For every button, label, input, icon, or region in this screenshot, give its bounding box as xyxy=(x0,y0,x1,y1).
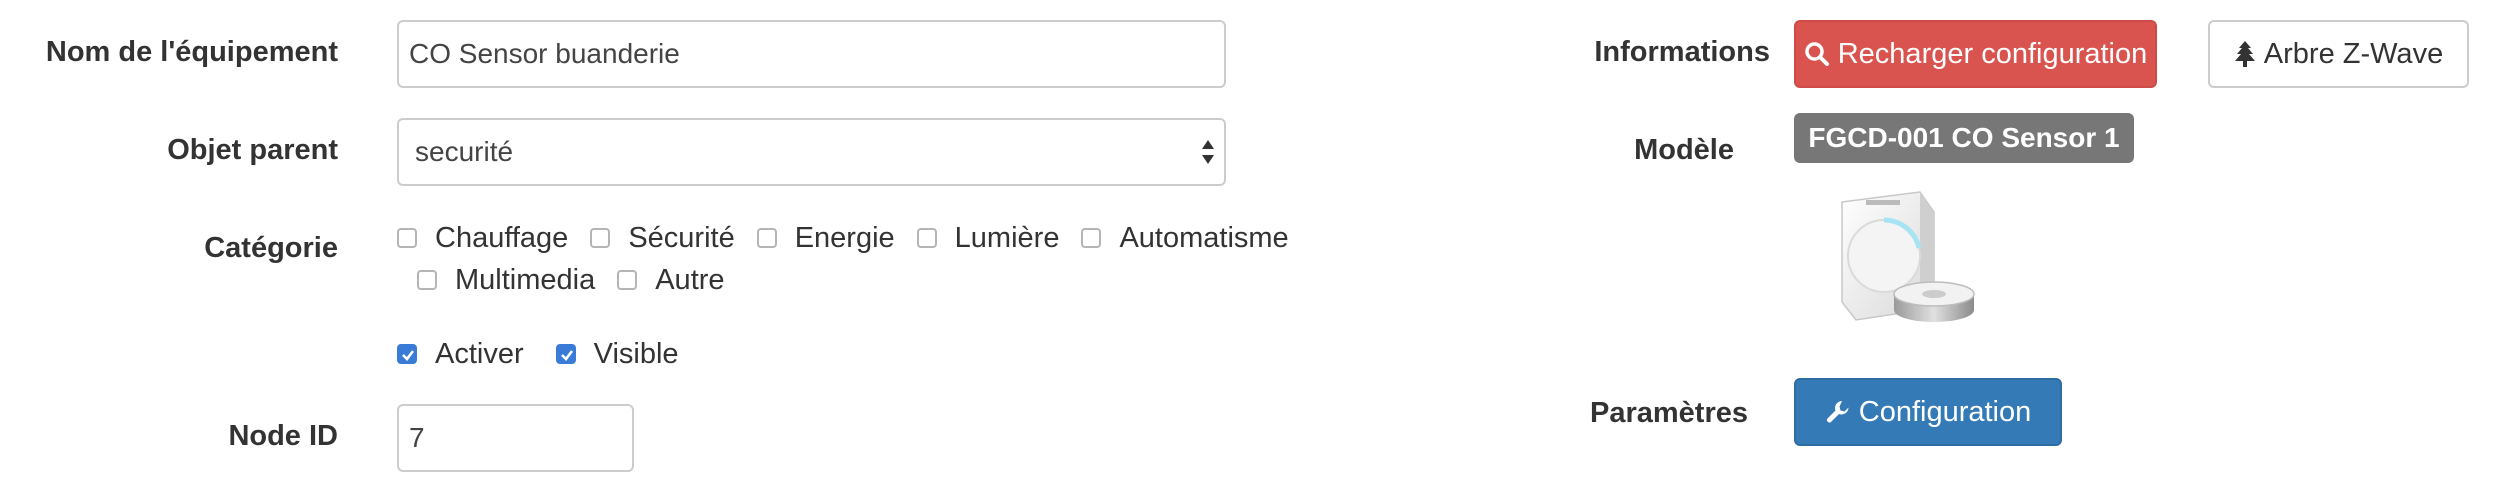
category-autre[interactable]: Autre xyxy=(617,263,725,297)
category-energie[interactable]: Energie xyxy=(756,221,895,255)
category-securite-label: Sécurité xyxy=(628,221,735,254)
select-arrows-icon xyxy=(1202,140,1214,164)
parent-object-label: Objet parent xyxy=(167,134,338,166)
category-chauffage-label: Chauffage xyxy=(435,221,569,254)
wrench-icon xyxy=(1826,401,1849,423)
activate-toggle[interactable]: Activer xyxy=(397,338,524,371)
node-id-value: 7 xyxy=(409,422,425,453)
equipment-name-input[interactable]: CO Sensor buanderie xyxy=(397,20,1226,88)
category-multimedia-label: Multimedia xyxy=(455,263,596,296)
category-chauffage[interactable]: Chauffage xyxy=(397,222,568,255)
parameters-label: Paramètres xyxy=(1590,397,1748,429)
configuration-label: Configuration xyxy=(1858,395,2032,428)
node-id-label: Node ID xyxy=(228,420,338,452)
node-id-input[interactable]: 7 xyxy=(397,404,634,472)
category-lumiere[interactable]: Lumière xyxy=(916,221,1060,255)
checkmark-icon xyxy=(560,350,573,361)
device-image xyxy=(1841,191,1975,322)
category-chauffage-checkbox[interactable] xyxy=(397,228,417,248)
category-autre-checkbox[interactable] xyxy=(617,270,638,290)
category-label: Catégorie xyxy=(204,232,338,264)
category-row-1: Chauffage Sécurité Energie Lumière Autom… xyxy=(397,220,1289,256)
tree-icon xyxy=(2234,41,2255,67)
search-icon xyxy=(1804,42,1829,66)
visible-label: Visible xyxy=(593,337,679,370)
equipment-name-value: CO Sensor buanderie xyxy=(409,38,680,69)
category-securite[interactable]: Sécurité xyxy=(590,221,735,255)
equipment-name-label: Nom de l'équipement xyxy=(45,36,338,68)
model-label: Modèle xyxy=(1634,134,1734,166)
zwave-tree-label: Arbre Z-Wave xyxy=(2263,37,2444,70)
reload-config-button[interactable]: Recharger configuration xyxy=(1794,20,2157,88)
checkmark-icon xyxy=(402,350,415,361)
category-lumiere-checkbox[interactable] xyxy=(916,228,937,248)
status-row: Activer Visible xyxy=(397,336,679,372)
category-multimedia-checkbox[interactable] xyxy=(417,270,437,290)
configuration-button[interactable]: Configuration xyxy=(1794,378,2062,446)
category-automatisme[interactable]: Automatisme xyxy=(1081,221,1289,255)
category-multimedia[interactable]: Multimedia xyxy=(417,264,595,297)
reload-config-label: Recharger configuration xyxy=(1837,37,2148,70)
category-automatisme-label: Automatisme xyxy=(1119,221,1289,254)
category-autre-label: Autre xyxy=(655,263,725,296)
model-badge: FGCD-001 CO Sensor 1 xyxy=(1794,113,2134,163)
category-energie-label: Energie xyxy=(794,221,895,254)
category-securite-checkbox[interactable] xyxy=(590,228,611,248)
zwave-tree-button[interactable]: Arbre Z-Wave xyxy=(2208,20,2469,88)
parent-object-value: securité xyxy=(415,136,514,167)
category-row-2: Multimedia Autre xyxy=(417,262,725,298)
category-automatisme-checkbox[interactable] xyxy=(1081,228,1102,248)
activate-label: Activer xyxy=(435,337,524,370)
informations-label: Informations xyxy=(1594,36,1770,68)
category-energie-checkbox[interactable] xyxy=(756,228,777,248)
category-lumiere-label: Lumière xyxy=(954,221,1060,254)
visible-toggle[interactable]: Visible xyxy=(555,337,679,371)
parent-object-select[interactable]: securité xyxy=(397,118,1226,186)
visible-checkbox[interactable] xyxy=(555,344,576,364)
activate-checkbox[interactable] xyxy=(397,344,417,364)
